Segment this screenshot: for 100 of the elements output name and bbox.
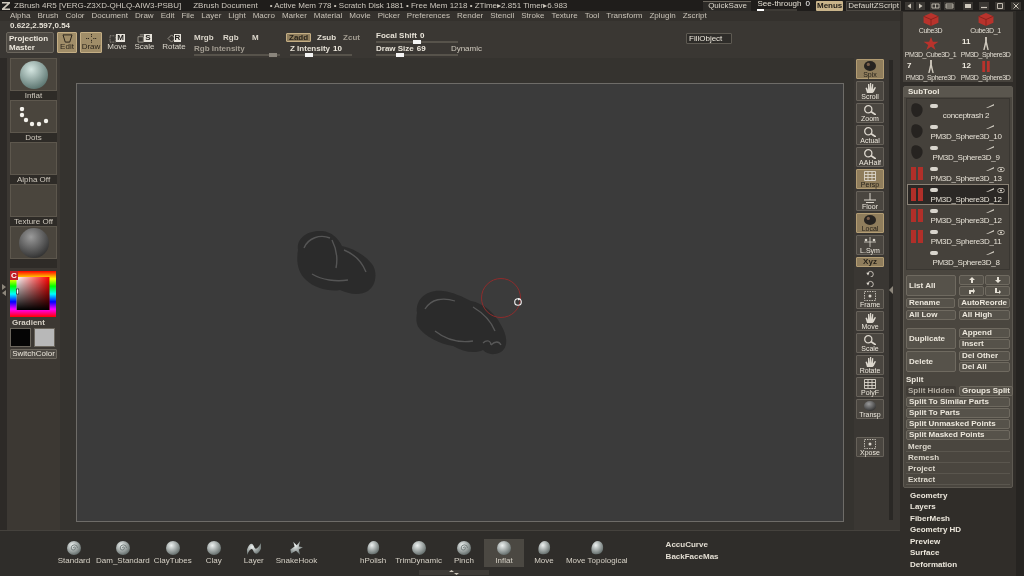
menu-item[interactable]: Movie bbox=[349, 12, 371, 20]
transform-mode-button[interactable]: S Scale bbox=[132, 32, 157, 53]
menu-item[interactable]: Preferences bbox=[406, 12, 450, 20]
split-button[interactable]: Split To Similar Parts bbox=[906, 397, 1010, 407]
stroke-thumbnail[interactable] bbox=[10, 100, 57, 133]
toggle-pill-icon[interactable] bbox=[930, 167, 938, 171]
close-icon[interactable] bbox=[1011, 1, 1021, 10]
menu-item[interactable]: Tool bbox=[584, 12, 600, 20]
move-down-button[interactable] bbox=[985, 275, 1010, 285]
palette-menu-item[interactable]: Preview bbox=[910, 536, 1013, 548]
menu-item[interactable]: Stencil bbox=[490, 12, 515, 20]
window-icon[interactable] bbox=[963, 1, 973, 10]
brush-button[interactable]: Clay bbox=[193, 539, 234, 567]
brush-stroke-icon[interactable] bbox=[986, 230, 994, 234]
append-button[interactable]: Append bbox=[959, 328, 1010, 338]
move-bottom-button[interactable] bbox=[985, 286, 1010, 296]
brush-stroke-icon[interactable] bbox=[986, 167, 994, 171]
split-button[interactable]: Split To Parts bbox=[906, 408, 1010, 418]
brush-button[interactable]: hPolish bbox=[353, 539, 394, 567]
color-mode-button[interactable]: M bbox=[252, 33, 281, 42]
menu-item[interactable]: Zscript bbox=[682, 12, 707, 20]
expand-arrow-icon[interactable] bbox=[1, 284, 6, 296]
auto-reorder-button[interactable]: AutoReorde bbox=[958, 298, 1010, 308]
delete-button[interactable]: Delete bbox=[906, 351, 956, 372]
sculpt-mode-button[interactable]: Zadd bbox=[286, 33, 311, 42]
move-top-button[interactable] bbox=[959, 286, 984, 296]
rename-button[interactable]: Rename bbox=[906, 298, 956, 308]
menus-button[interactable]: Menus bbox=[815, 0, 844, 11]
brush-button[interactable]: Pinch bbox=[443, 539, 484, 567]
palette-menu-item[interactable]: Layers bbox=[910, 501, 1013, 513]
alpha-thumbnail[interactable] bbox=[10, 142, 57, 175]
brush-button[interactable]: Standard bbox=[54, 539, 94, 567]
palette-menu-item[interactable]: Geometry HD bbox=[910, 524, 1013, 536]
subtool-item[interactable]: conceptrash 2 bbox=[907, 100, 1009, 121]
list-all-button[interactable]: List All bbox=[906, 275, 956, 296]
color-picker[interactable] bbox=[10, 271, 56, 317]
menu-item[interactable]: Draw bbox=[134, 12, 154, 20]
shelf-toggle[interactable]: Xyz bbox=[856, 257, 884, 267]
slider-thumb[interactable] bbox=[304, 53, 313, 57]
subtool-item[interactable]: PM3D_Sphere3D_11 bbox=[907, 226, 1009, 247]
brush-stroke-icon[interactable] bbox=[986, 188, 994, 192]
groups-split-button[interactable]: Groups Split bbox=[959, 386, 1013, 396]
brush-button[interactable]: Dam_Standard bbox=[94, 539, 152, 567]
all-low-button[interactable]: All Low bbox=[906, 310, 956, 320]
split-section-title[interactable]: Split bbox=[906, 375, 1010, 385]
caret-right-icon[interactable] bbox=[916, 1, 925, 10]
toggle-pill-icon[interactable] bbox=[930, 104, 938, 108]
sculpt-mode-button[interactable]: Zsub bbox=[314, 33, 337, 42]
shelf-handle[interactable] bbox=[419, 570, 489, 575]
color-swatch[interactable] bbox=[10, 328, 31, 347]
subtool-item[interactable]: PM3D_Sphere3D_12 bbox=[907, 205, 1009, 226]
layout-icon[interactable] bbox=[944, 1, 955, 10]
eye-icon[interactable] bbox=[997, 166, 1005, 172]
sub-palette-header[interactable]: Project bbox=[906, 464, 1010, 474]
minimize-icon[interactable] bbox=[979, 1, 989, 10]
toggle-pill-icon[interactable] bbox=[930, 230, 938, 234]
menu-item[interactable]: Texture bbox=[551, 12, 578, 20]
duplicate-button[interactable]: Duplicate bbox=[906, 328, 956, 349]
eye-icon[interactable] bbox=[997, 187, 1005, 193]
brush-button[interactable]: ClayTubes bbox=[151, 539, 194, 567]
subtool-item[interactable]: PM3D_Sphere3D_13 bbox=[907, 163, 1009, 184]
del-all-button[interactable]: Del All bbox=[959, 362, 1010, 372]
brush-button[interactable]: TrimDynamic bbox=[393, 539, 444, 567]
menu-item[interactable]: Material bbox=[313, 12, 343, 20]
brush-button[interactable]: SnakeHook bbox=[273, 539, 320, 567]
menu-item[interactable]: Document bbox=[91, 12, 128, 20]
transform-mode-button[interactable]: Edit bbox=[57, 32, 77, 53]
palette-menu-item[interactable]: FiberMesh bbox=[910, 513, 1013, 525]
palette-menu-item[interactable]: Deformation bbox=[910, 559, 1013, 571]
eye-icon[interactable] bbox=[997, 229, 1005, 235]
subtool-item[interactable]: PM3D_Sphere3D_12 bbox=[907, 184, 1009, 205]
sub-palette-header[interactable]: Extract bbox=[906, 475, 1010, 485]
menu-item[interactable]: Layer bbox=[201, 12, 222, 20]
brush-button[interactable]: Move Topological bbox=[563, 539, 630, 567]
subtool-item[interactable]: PM3D_Sphere3D_8 bbox=[907, 247, 1009, 268]
quicksave-button[interactable]: QuickSave bbox=[703, 0, 752, 11]
switchcolor-button[interactable]: SwitchColor bbox=[10, 349, 57, 359]
toggle-pill-icon[interactable] bbox=[930, 209, 938, 213]
color-mode-button[interactable]: Mrgb bbox=[194, 33, 223, 42]
menu-item[interactable]: File bbox=[181, 12, 195, 20]
slider-thumb[interactable] bbox=[395, 53, 404, 57]
color-mode-button[interactable]: Rgb bbox=[223, 33, 252, 42]
brush-button[interactable]: Move bbox=[523, 539, 564, 567]
script-button[interactable]: DefaultZScript bbox=[846, 0, 901, 11]
projection-master-button[interactable]: Projection Master bbox=[6, 32, 54, 53]
fillobject-button[interactable]: FillObject bbox=[686, 33, 732, 44]
del-other-button[interactable]: Del Other bbox=[959, 351, 1010, 361]
sub-palette-header[interactable]: Remesh bbox=[906, 453, 1010, 463]
dynamic-toggle[interactable]: Dynamic bbox=[450, 45, 482, 53]
color-swatch[interactable] bbox=[34, 328, 55, 347]
toggle-pill-icon[interactable] bbox=[930, 188, 938, 192]
caret-left-icon[interactable] bbox=[905, 1, 914, 10]
split-button[interactable]: Split Unmasked Points bbox=[906, 419, 1010, 429]
menu-item[interactable]: Macro bbox=[252, 12, 275, 20]
maximize-icon[interactable] bbox=[995, 1, 1005, 10]
menu-item[interactable]: Edit bbox=[160, 12, 175, 20]
slider-thumb[interactable] bbox=[413, 40, 421, 44]
stroke-option-toggle[interactable]: AccuCurve bbox=[665, 541, 719, 549]
brush-stroke-icon[interactable] bbox=[986, 104, 994, 108]
toggle-pill-icon[interactable] bbox=[930, 125, 938, 129]
